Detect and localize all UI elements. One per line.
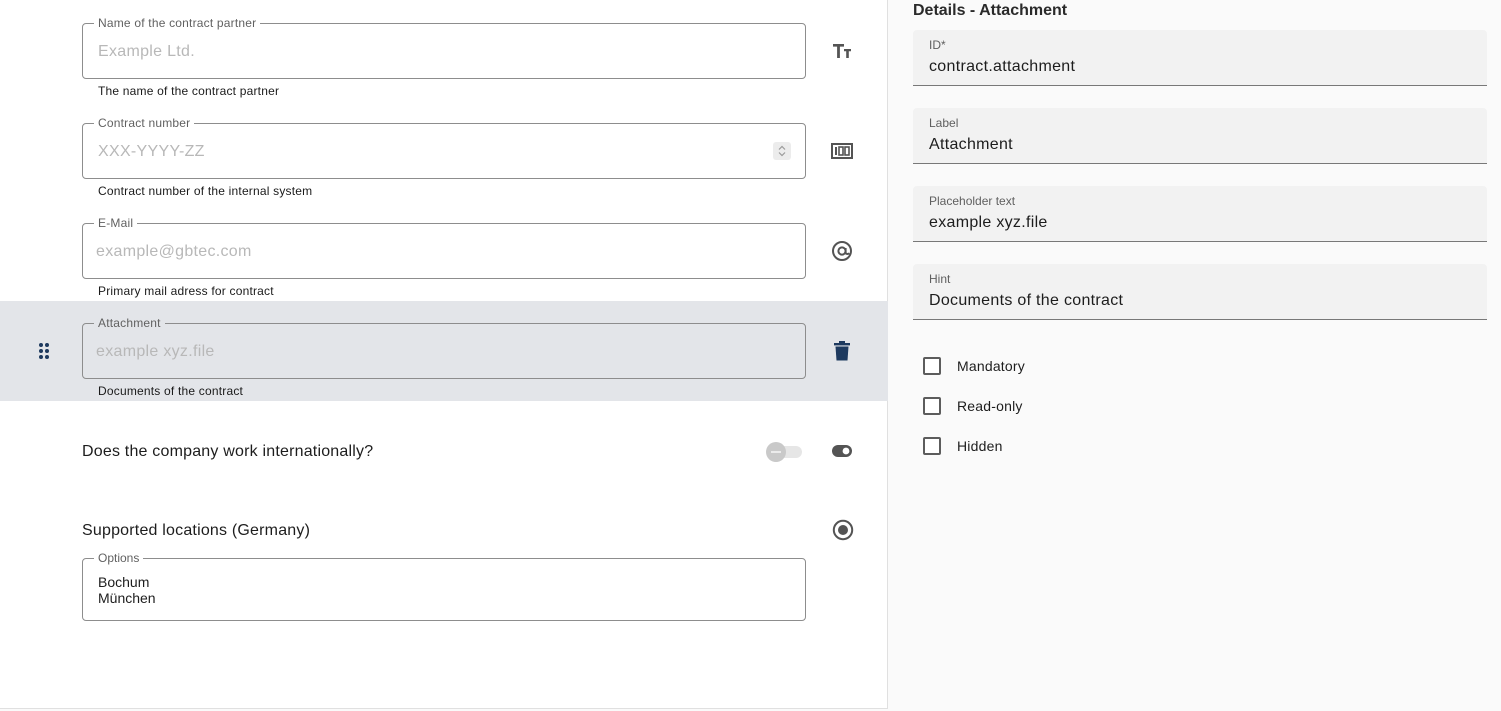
readonly-checkbox[interactable] — [923, 397, 941, 415]
text-size-icon — [830, 39, 854, 63]
hidden-label: Hidden — [957, 438, 1003, 454]
attachment-placeholder: example xyz.file — [96, 343, 215, 360]
contract-number-placeholder: XXX-YYYY-ZZ — [98, 143, 205, 160]
attachment-input[interactable]: Attachment example xyz.file — [82, 316, 806, 379]
hint-field-label: Hint — [929, 272, 951, 286]
id-field-value: contract.attachment — [929, 58, 1076, 75]
options-label: Options — [94, 551, 144, 565]
toggle-icon — [830, 439, 854, 463]
hint-field[interactable]: Hint Documents of the contract — [913, 264, 1487, 320]
hidden-checkbox[interactable] — [923, 437, 941, 455]
readonly-label: Read-only — [957, 398, 1023, 414]
form-field-contract-partner[interactable]: Name of the contract partner Example Ltd… — [0, 1, 888, 101]
contract-number-label: Contract number — [94, 116, 195, 130]
placeholder-field-label: Placeholder text — [929, 194, 1016, 208]
international-toggle[interactable] — [766, 442, 802, 462]
email-label: E-Mail — [94, 216, 138, 230]
placeholder-field-value: example xyz.file — [929, 214, 1048, 231]
contract-partner-hint: The name of the contract partner — [98, 84, 280, 98]
mandatory-checkbox[interactable] — [923, 357, 941, 375]
placeholder-field[interactable]: Placeholder text example xyz.file — [913, 186, 1487, 242]
email-placeholder: example@gbtec.com — [96, 243, 252, 260]
contract-partner-input[interactable]: Name of the contract partner Example Ltd… — [82, 16, 806, 79]
form-field-attachment[interactable]: Attachment example xyz.file Documents of… — [0, 301, 888, 401]
number-icon — [830, 139, 854, 163]
id-field-label: ID* — [929, 38, 946, 52]
hidden-checkbox-row[interactable]: Hidden — [923, 436, 1003, 456]
radio-icon — [831, 518, 855, 542]
label-field-label: Label — [929, 116, 959, 130]
details-title: Details - Attachment — [913, 2, 1068, 19]
locations-question-label: Supported locations (Germany) — [82, 522, 311, 539]
toggle-thumb — [766, 442, 786, 462]
id-field[interactable]: ID* contract.attachment — [913, 30, 1487, 86]
label-field-value: Attachment — [929, 136, 1013, 153]
attachment-label: Attachment — [94, 316, 165, 330]
contract-number-input[interactable]: Contract number XXX-YYYY-ZZ — [82, 116, 806, 179]
email-hint: Primary mail adress for contract — [98, 284, 274, 298]
mandatory-checkbox-row[interactable]: Mandatory — [923, 356, 1025, 376]
form-field-email[interactable]: E-Mail example@gbtec.com Primary mail ad… — [0, 201, 888, 301]
details-panel: Details - Attachment ID* contract.attach… — [889, 0, 1501, 711]
drag-handle-icon[interactable] — [36, 341, 52, 361]
mandatory-label: Mandatory — [957, 358, 1025, 374]
readonly-checkbox-row[interactable]: Read-only — [923, 396, 1023, 416]
option-item: Bochum — [98, 574, 150, 590]
email-input[interactable]: E-Mail example@gbtec.com — [82, 216, 806, 279]
contract-partner-label: Name of the contract partner — [94, 16, 261, 30]
options-textarea[interactable]: Options Bochum München — [82, 551, 806, 621]
international-question-label: Does the company work internationally? — [82, 443, 374, 460]
contract-number-hint: Contract number of the internal system — [98, 184, 313, 198]
at-icon — [830, 239, 854, 263]
form-field-contract-number[interactable]: Contract number XXX-YYYY-ZZ Contract num… — [0, 101, 888, 201]
label-field[interactable]: Label Attachment — [913, 108, 1487, 164]
attachment-hint: Documents of the contract — [98, 384, 244, 398]
form-canvas: Name of the contract partner Example Ltd… — [0, 0, 888, 709]
contract-partner-placeholder: Example Ltd. — [98, 43, 195, 60]
hint-field-value: Documents of the contract — [929, 292, 1124, 309]
delete-icon[interactable] — [830, 339, 854, 363]
number-stepper[interactable] — [773, 142, 791, 160]
option-item: München — [98, 590, 156, 606]
